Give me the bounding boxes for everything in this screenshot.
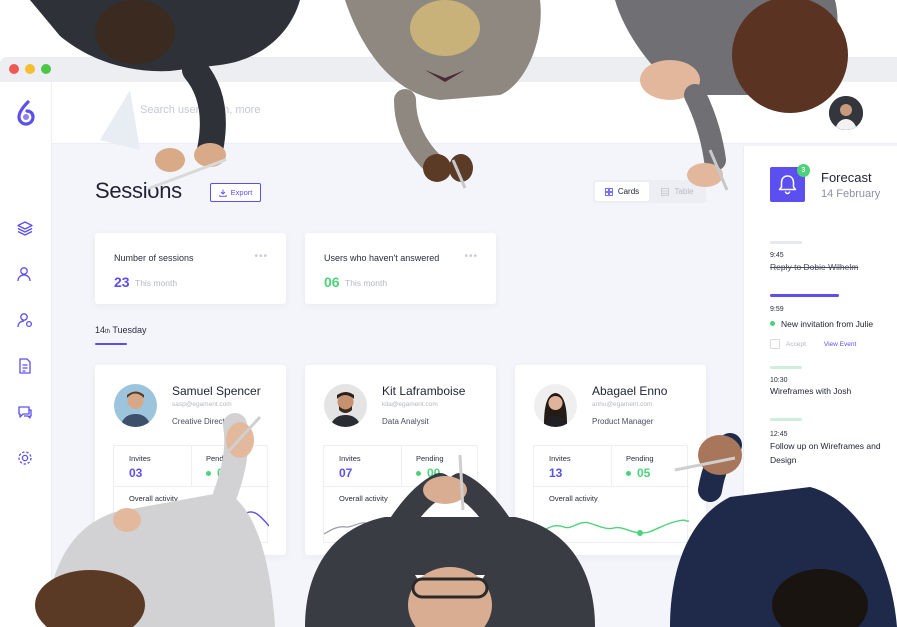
event-title-text: New invitation from Julie	[781, 319, 874, 329]
stat-card-unanswered: Users who haven't answered ••• 06 This m…	[305, 233, 496, 304]
event-time: 10:30	[770, 377, 788, 384]
event-time: 9:59	[770, 306, 784, 313]
avatar	[324, 384, 367, 427]
status-dot	[626, 471, 631, 476]
timeline-bar	[770, 418, 802, 421]
stage: Search user, team, more Sessions Export …	[0, 0, 897, 627]
stat-title: Users who haven't answered	[324, 253, 440, 263]
date-label: 14th Tuesday	[95, 325, 147, 335]
users-icon[interactable]	[16, 265, 34, 283]
stat-value: 23	[114, 274, 130, 290]
pending-number: 05	[637, 466, 651, 480]
person-bottom-right-photo	[670, 433, 897, 627]
person-bottom-center-photo	[305, 455, 595, 627]
date-day: 14	[95, 325, 106, 335]
timeline-bar	[770, 294, 839, 297]
stat-title: Number of sessions	[114, 253, 194, 263]
date-underline	[95, 343, 127, 345]
more-options-icon[interactable]: •••	[254, 251, 268, 262]
more-options-icon[interactable]: •••	[464, 251, 478, 262]
person-name: Kit Laframboise	[382, 384, 466, 398]
avatar	[534, 384, 577, 427]
accept-checkbox[interactable]	[770, 339, 780, 349]
document-icon[interactable]	[16, 357, 34, 375]
layers-icon[interactable]	[16, 219, 34, 237]
person-email: kila@egament.com	[382, 401, 438, 408]
person-name: Samuel Spencer	[172, 384, 261, 398]
timeline-bar	[770, 366, 802, 369]
timeline-bar	[770, 241, 802, 244]
person-role: Data Analysit	[382, 417, 429, 426]
event-title[interactable]: Reply to Dobie Wilhelm	[770, 260, 894, 274]
stat-card-sessions: Number of sessions ••• 23 This month	[95, 233, 286, 304]
event-actions: Accept View Event	[770, 339, 856, 349]
person-top-center-photo	[345, 0, 541, 189]
person-name: Abagael Enno	[592, 384, 668, 398]
view-event-link[interactable]: View Event	[824, 341, 856, 348]
date-suffix: th	[105, 329, 111, 335]
pending-value: 05	[626, 466, 650, 480]
stat-period: This month	[345, 278, 388, 288]
close-window-button[interactable]	[9, 64, 19, 74]
status-dot	[770, 321, 775, 326]
event-time: 9:45	[770, 252, 784, 259]
person-role: Product Manager	[592, 417, 654, 426]
stat-period: This month	[135, 278, 178, 288]
user-settings-icon[interactable]	[16, 311, 34, 329]
person-top-right-photo	[615, 0, 848, 191]
event-title[interactable]: New invitation from Julie	[770, 317, 894, 331]
divider	[611, 446, 612, 486]
accept-label[interactable]: Accept	[786, 341, 806, 348]
person-email: anhu@egament.com	[592, 401, 653, 408]
person-bottom-left-photo	[35, 413, 275, 627]
person-top-left-photo	[30, 0, 300, 190]
event-title[interactable]: Wireframes with Josh	[770, 384, 894, 398]
date-weekday: Tuesday	[112, 325, 147, 335]
stat-value: 06	[324, 274, 340, 290]
